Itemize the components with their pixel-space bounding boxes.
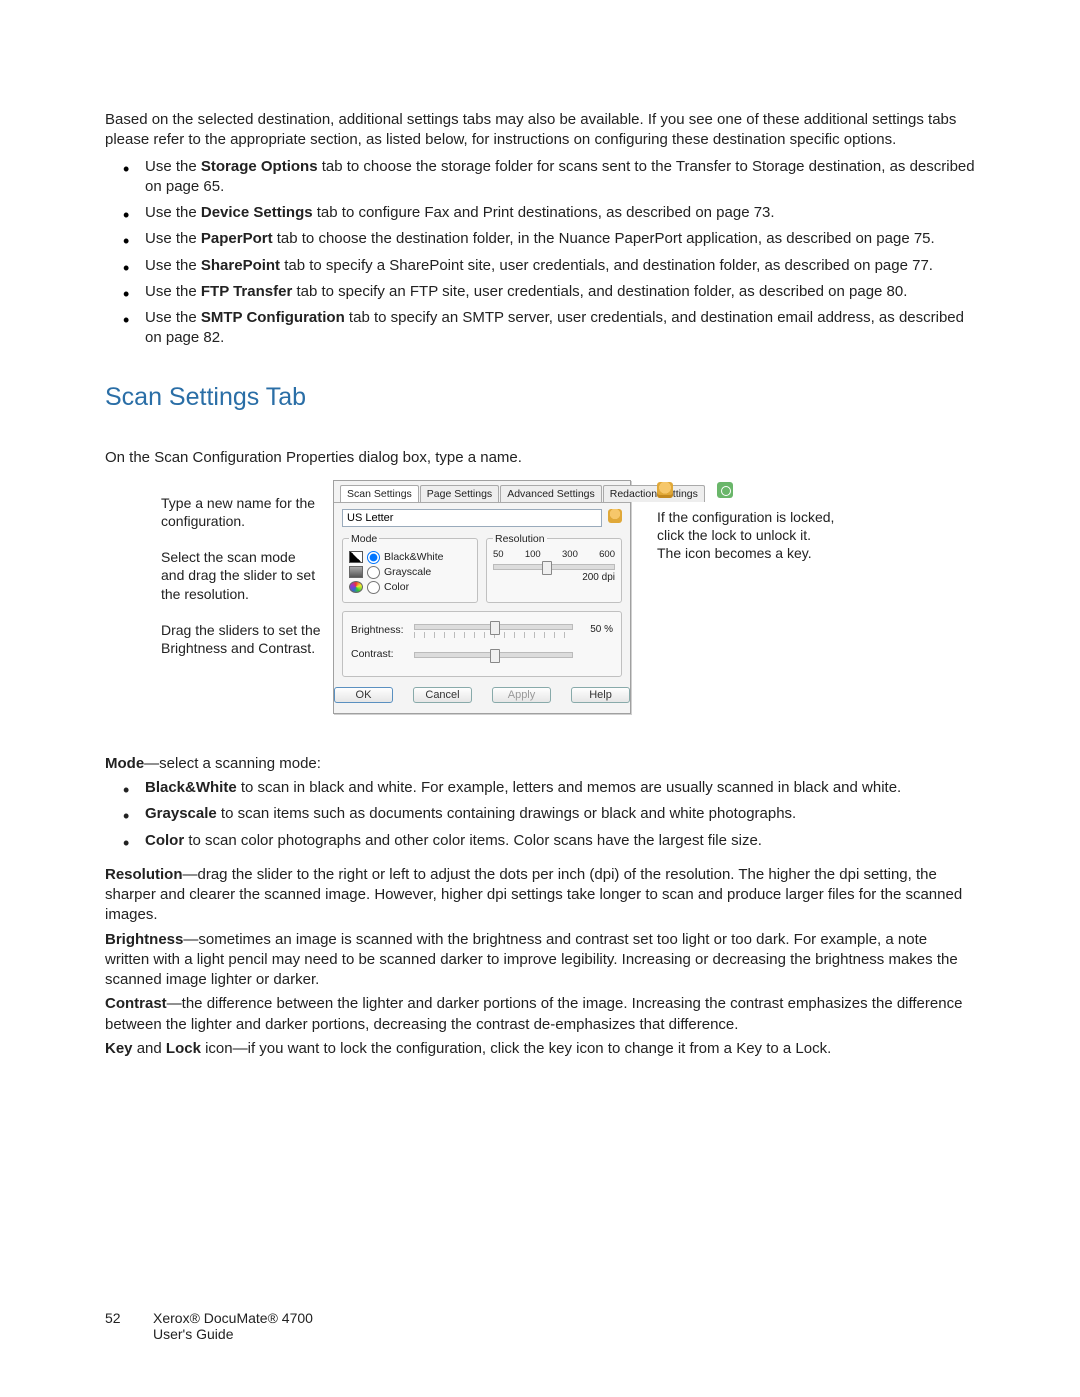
- intro-bullet: Use the SharePoint tab to specify a Shar…: [105, 256, 975, 276]
- resolution-legend: Resolution: [493, 533, 547, 545]
- resolution-slider[interactable]: [493, 564, 615, 570]
- intro-bullet-list: Use the Storage Options tab to choose th…: [105, 157, 975, 349]
- mode-definition-lead: Mode—select a scanning mode:: [105, 754, 975, 774]
- color-icon: [349, 581, 363, 593]
- intro-bullet: Use the SMTP Configuration tab to specif…: [105, 308, 975, 349]
- mode-group: Mode Black&White Grayscale: [342, 533, 478, 603]
- mode-option-bw[interactable]: Black&White: [349, 551, 471, 564]
- right-annotations: If the configuration is locked, click th…: [631, 480, 837, 563]
- left-annotations: Type a new name for the configuration. S…: [105, 480, 321, 675]
- radio-color[interactable]: [367, 581, 380, 594]
- tab-page-settings[interactable]: Page Settings: [420, 485, 499, 502]
- intro-bullet: Use the Device Settings tab to configure…: [105, 203, 975, 223]
- mode-definition-item: Black&White to scan in black and white. …: [105, 778, 975, 798]
- keylock-definition: Key and Lock icon—if you want to lock th…: [105, 1039, 975, 1059]
- annotation: Drag the sliders to set the Brightness a…: [161, 621, 321, 657]
- annotated-figure: Type a new name for the configuration. S…: [105, 480, 975, 714]
- contrast-label: Contrast:: [351, 648, 406, 660]
- mode-option-gray[interactable]: Grayscale: [349, 566, 471, 579]
- cancel-button[interactable]: Cancel: [413, 687, 472, 703]
- dialog-tabs: Scan Settings Page Settings Advanced Set…: [334, 481, 630, 502]
- section-heading: Scan Settings Tab: [105, 383, 975, 412]
- tab-advanced-settings[interactable]: Advanced Settings: [500, 485, 602, 502]
- definitions: Mode—select a scanning mode: Black&White…: [105, 754, 975, 1059]
- grayscale-icon: [349, 566, 363, 578]
- mode-definition-list: Black&White to scan in black and white. …: [105, 778, 975, 851]
- bw-icon: [349, 551, 363, 563]
- tab-scan-settings[interactable]: Scan Settings: [340, 485, 419, 502]
- help-button[interactable]: Help: [571, 687, 630, 703]
- resolution-thumb[interactable]: [542, 561, 552, 575]
- brightness-row: Brightness: 50 %: [351, 620, 613, 640]
- brightness-definition: Brightness—sometimes an image is scanned…: [105, 930, 975, 991]
- ok-button[interactable]: OK: [334, 687, 393, 703]
- resolution-value: 200 dpi: [493, 572, 615, 583]
- annotation: Type a new name for the configuration.: [161, 494, 321, 530]
- contrast-thumb[interactable]: [490, 649, 500, 663]
- intro-bullet: Use the FTP Transfer tab to specify an F…: [105, 282, 975, 302]
- mode-definition-item: Color to scan color photographs and othe…: [105, 831, 975, 851]
- brightness-label: Brightness:: [351, 624, 406, 636]
- lock-icon[interactable]: [608, 509, 622, 526]
- config-name-input[interactable]: [342, 509, 602, 527]
- contrast-slider[interactable]: [414, 652, 573, 658]
- brightness-contrast-group: Brightness: 50 % Contrast:: [342, 611, 622, 677]
- footer-text: Xerox® DocuMate® 4700 User's Guide: [153, 1310, 313, 1342]
- resolution-group: Resolution 50 100 300 600 200 dpi: [486, 533, 622, 603]
- intro-paragraph: Based on the selected destination, addit…: [105, 110, 975, 151]
- mode-legend: Mode: [349, 533, 379, 545]
- intro-bullet: Use the PaperPort tab to choose the dest…: [105, 229, 975, 249]
- radio-bw[interactable]: [367, 551, 380, 564]
- page-number: 52: [105, 1310, 153, 1326]
- intro-block: Based on the selected destination, addit…: [105, 110, 975, 349]
- mode-definition-item: Grayscale to scan items such as document…: [105, 804, 975, 824]
- annotation: Select the scan mode and drag the slider…: [161, 548, 321, 603]
- dialog-body: Mode Black&White Grayscale: [334, 502, 630, 681]
- brightness-slider[interactable]: [414, 624, 573, 630]
- contrast-row: Contrast:: [351, 648, 613, 660]
- apply-button[interactable]: Apply: [492, 687, 551, 703]
- page-footer: 52 Xerox® DocuMate® 4700 User's Guide: [105, 1310, 313, 1342]
- document-page: Based on the selected destination, addit…: [0, 0, 1080, 1397]
- dialog-button-row: OK Cancel Apply Help: [334, 681, 630, 713]
- annotation: If the configuration is locked, click th…: [657, 508, 837, 563]
- resolution-ticks: 50 100 300 600: [493, 549, 615, 560]
- config-name-row: [342, 509, 622, 527]
- brightness-thumb[interactable]: [490, 621, 500, 635]
- right-icon-row: [657, 480, 837, 498]
- intro-bullet: Use the Storage Options tab to choose th…: [105, 157, 975, 198]
- section-subtext: On the Scan Configuration Properties dia…: [105, 448, 975, 468]
- contrast-definition: Contrast—the difference between the ligh…: [105, 994, 975, 1035]
- key-icon: [717, 482, 733, 498]
- resolution-definition: Resolution—drag the slider to the right …: [105, 865, 975, 926]
- brightness-value: 50 %: [581, 624, 613, 635]
- mode-option-color[interactable]: Color: [349, 581, 471, 594]
- lock-icon: [657, 482, 673, 498]
- radio-gray[interactable]: [367, 566, 380, 579]
- scan-settings-dialog: Scan Settings Page Settings Advanced Set…: [333, 480, 631, 714]
